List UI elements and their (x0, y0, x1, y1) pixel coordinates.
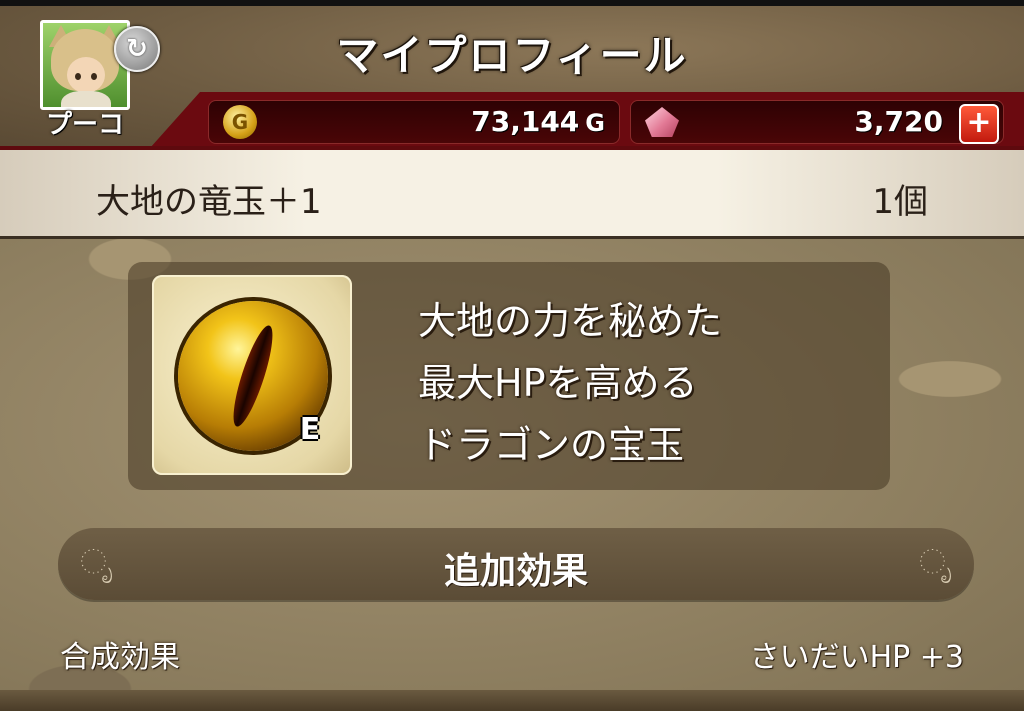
equipped-badge: E (299, 412, 321, 447)
gold-amount: 73,144 G (471, 101, 605, 143)
swap-icon[interactable]: ↻ (114, 26, 160, 72)
gold-value: 73,144 (471, 105, 580, 138)
gold-display: G 73,144 G (208, 100, 620, 144)
gold-unit: G (585, 109, 605, 137)
item-name: 大地の竜玉＋1 (96, 182, 322, 222)
player-name: プーコ (45, 110, 124, 140)
avatar-face (67, 57, 105, 93)
description-line-1: 大地の力を秘めた (418, 299, 723, 343)
gem-value: 3,720 (854, 105, 943, 138)
player-avatar[interactable] (40, 20, 130, 110)
effect-label: 合成効果 (60, 640, 180, 675)
section-title: 追加効果 (443, 551, 588, 592)
gem-display: 3,720 + (630, 100, 1004, 144)
description-line-3: ドラゴンの宝玉 (418, 423, 685, 467)
item-icon-frame: E (152, 275, 352, 475)
gold-coin-icon: G (223, 105, 257, 139)
add-gems-button[interactable]: + (959, 104, 999, 144)
additional-effects-header: ೃ 追加効果 ೃ (58, 528, 974, 600)
effect-value: さいだいHP +3 (749, 640, 964, 675)
avatar-eye-right (91, 73, 97, 80)
orb-pupil (226, 322, 280, 430)
bottom-border (0, 690, 1024, 711)
item-description: 大地の力を秘めた 最大HPを高める ドラゴンの宝玉 (418, 290, 878, 476)
gem-icon (645, 107, 679, 137)
description-line-2: 最大HPを高める (418, 361, 698, 405)
item-title-bar: 大地の竜玉＋1 1個 (0, 150, 1024, 239)
flourish-right-icon: ೃ (918, 542, 952, 582)
avatar-eye-left (75, 73, 81, 80)
item-count: 1個 (872, 182, 928, 222)
